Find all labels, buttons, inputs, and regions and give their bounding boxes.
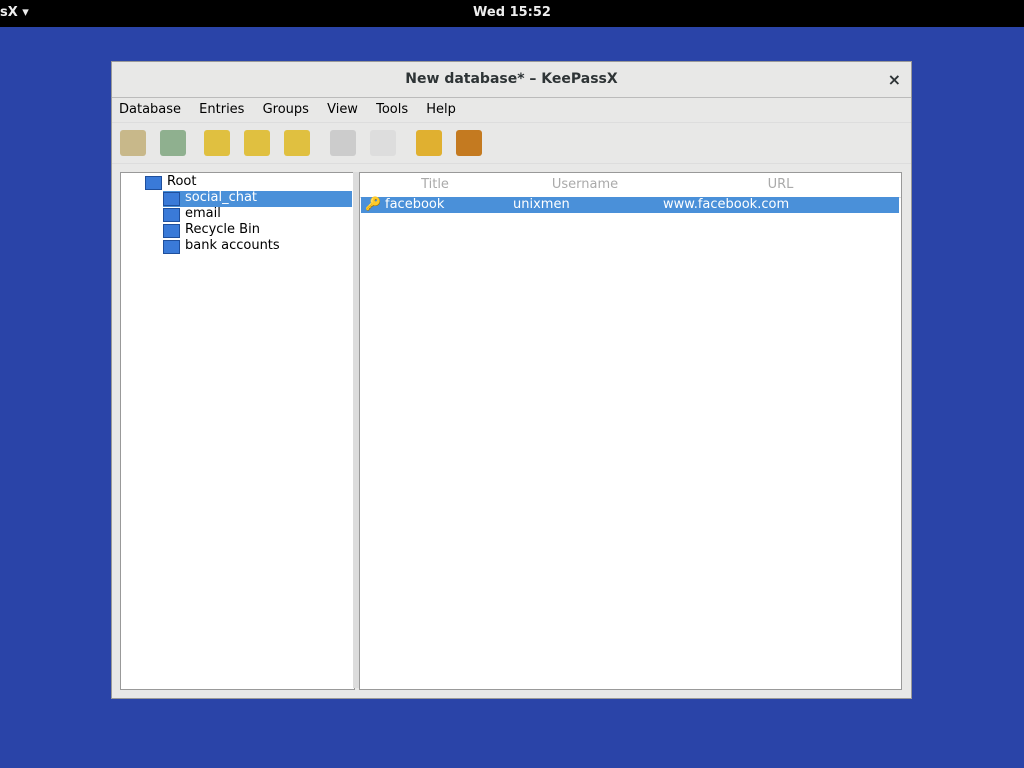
menu-groups[interactable]: Groups	[256, 98, 316, 121]
open-database-icon[interactable]	[120, 130, 146, 156]
delete-entry-icon[interactable]	[284, 130, 310, 156]
keepassx-window: New database* – KeePassX × Database Entr…	[111, 61, 912, 699]
entry-url: www.facebook.com	[663, 197, 790, 212]
close-button[interactable]: ×	[888, 62, 901, 97]
menu-bar: Database Entries Groups View Tools Help	[112, 98, 911, 123]
lock-icon[interactable]	[416, 130, 442, 156]
trash-icon	[163, 224, 180, 238]
save-database-icon[interactable]	[160, 130, 186, 156]
copy-password-icon[interactable]	[370, 130, 396, 156]
copy-username-icon[interactable]	[330, 130, 356, 156]
menu-help[interactable]: Help	[419, 98, 463, 121]
entry-username: unixmen	[513, 197, 570, 212]
folder-icon	[163, 208, 180, 222]
entry-row[interactable]: 🔑 facebook unixmen www.facebook.com	[361, 197, 899, 213]
window-title: New database* – KeePassX	[405, 71, 618, 87]
tree-group-social-chat[interactable]: social_chat	[163, 190, 352, 207]
tree-group-email[interactable]: email	[163, 206, 343, 223]
tree-root[interactable]: Root	[145, 174, 345, 191]
folder-icon	[163, 240, 180, 254]
system-topbar: sX ▾ Wed 15:52	[0, 0, 1024, 27]
window-titlebar: New database* – KeePassX ×	[112, 62, 911, 98]
search-icon[interactable]	[456, 130, 482, 156]
menu-database[interactable]: Database	[112, 98, 188, 121]
clock[interactable]: Wed 15:52	[0, 5, 1024, 20]
folder-icon	[145, 176, 162, 190]
add-entry-icon[interactable]	[204, 130, 230, 156]
key-icon: 🔑	[365, 197, 382, 212]
menu-view[interactable]: View	[320, 98, 365, 121]
folder-icon	[163, 192, 180, 206]
entries-table[interactable]: Title Username URL 🔑 facebook unixmen ww…	[359, 172, 902, 690]
column-username[interactable]: Username	[510, 173, 660, 198]
edit-entry-icon[interactable]	[244, 130, 270, 156]
column-url[interactable]: URL	[660, 173, 901, 198]
menu-tools[interactable]: Tools	[369, 98, 415, 121]
toolbar	[112, 123, 911, 164]
tree-group-bank-accounts[interactable]: bank accounts	[163, 238, 343, 255]
entry-title: facebook	[385, 197, 445, 212]
menu-entries[interactable]: Entries	[192, 98, 251, 121]
column-title[interactable]: Title	[360, 173, 510, 198]
tree-group-recycle-bin[interactable]: Recycle Bin	[163, 222, 343, 239]
group-tree[interactable]: Root social_chat email Recycle Bin bank …	[120, 172, 355, 690]
